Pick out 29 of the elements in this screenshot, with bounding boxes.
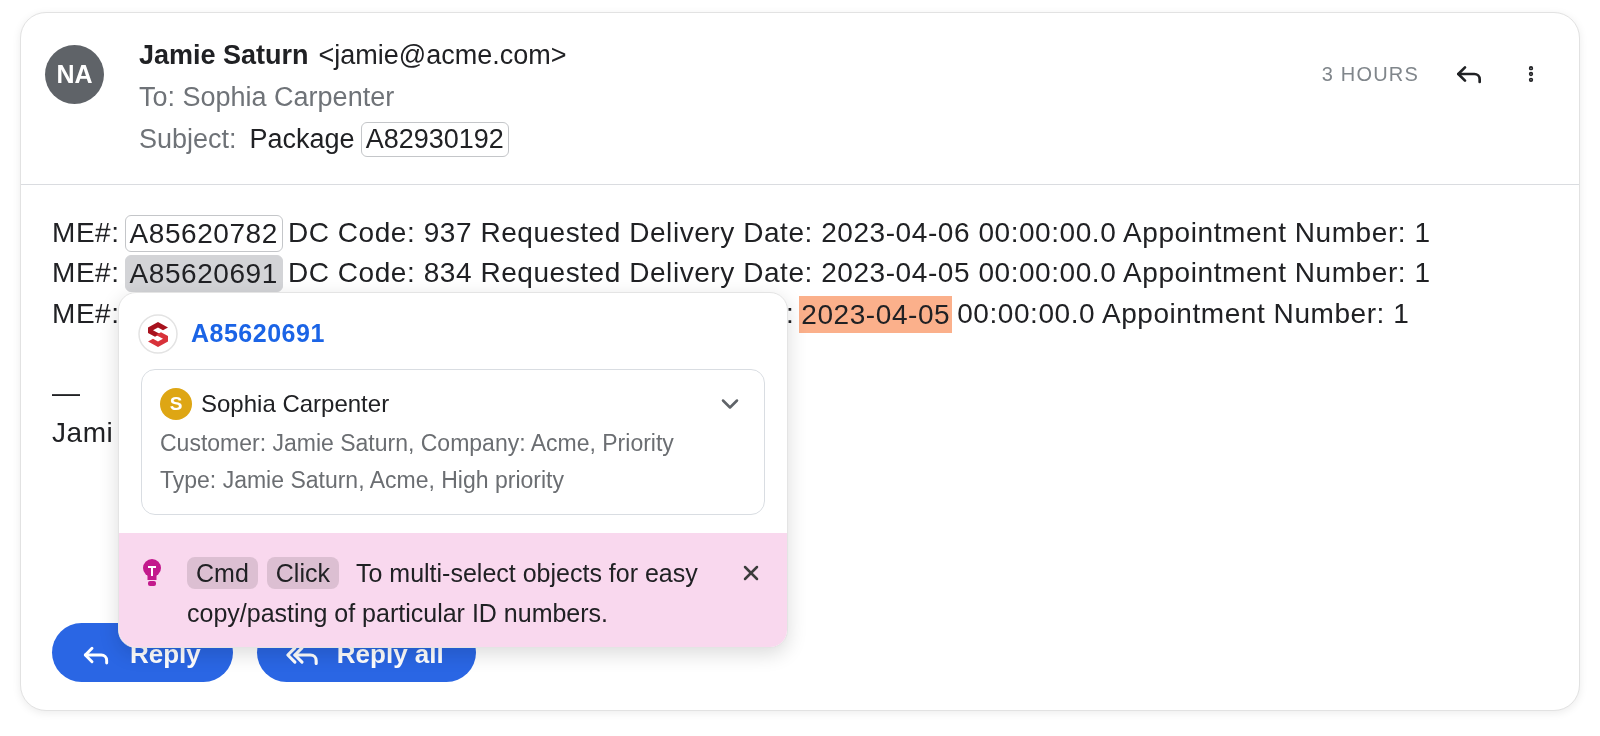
date-highlight: 2023-04-05 xyxy=(799,295,953,333)
logo-icon xyxy=(138,314,178,354)
subject-text: Package xyxy=(249,123,355,156)
body-text: 00:00:00.0 Appointment Number: 1 xyxy=(957,297,1410,331)
recipient-text: To: Sophia Carpenter xyxy=(139,81,396,114)
id-tag[interactable]: A85620782 xyxy=(124,214,283,252)
body-text: DC Code: 937 Requested Delivery Date: 2023-04-06 00:00:00.0 Appointment Number: 1 xyxy=(287,216,1431,250)
time-label: 3 HOURS xyxy=(1321,62,1419,87)
key-chip: Cmd xyxy=(187,557,258,589)
id-tag[interactable]: A82930192 xyxy=(360,121,509,157)
body-text: ME#: xyxy=(52,216,120,250)
contact-detail: Customer: Jamie Saturn, Company: Acme, Priority xyxy=(160,429,674,458)
sender-name: Jamie Saturn xyxy=(139,39,309,72)
body-text: DC Code: 834 Requested Delivery Date: 2023-04-05 00:00:00.0 Appointment Number: 1 xyxy=(287,256,1431,290)
sender-address: <jamie@acme.com> xyxy=(318,39,567,72)
body-text: ME#: xyxy=(52,256,120,290)
signature-text: — xyxy=(52,376,81,410)
contact-avatar: S xyxy=(160,388,192,420)
id-link[interactable]: A85620691 xyxy=(191,315,325,353)
subject-label: Subject: xyxy=(139,123,237,156)
signature-text: Jami xyxy=(52,416,114,450)
key-chip: Click xyxy=(266,557,339,589)
contact-detail: Type: Jamie Saturn, Acme, High priority xyxy=(160,466,564,495)
lightbulb-icon xyxy=(142,559,162,587)
contact-name: Sophia Carpenter xyxy=(201,389,390,419)
body-text: ME#: xyxy=(52,297,120,331)
body-text: : xyxy=(786,297,795,331)
sender-avatar: NA xyxy=(45,45,104,104)
id-tag[interactable]: A85620691 xyxy=(124,254,283,292)
